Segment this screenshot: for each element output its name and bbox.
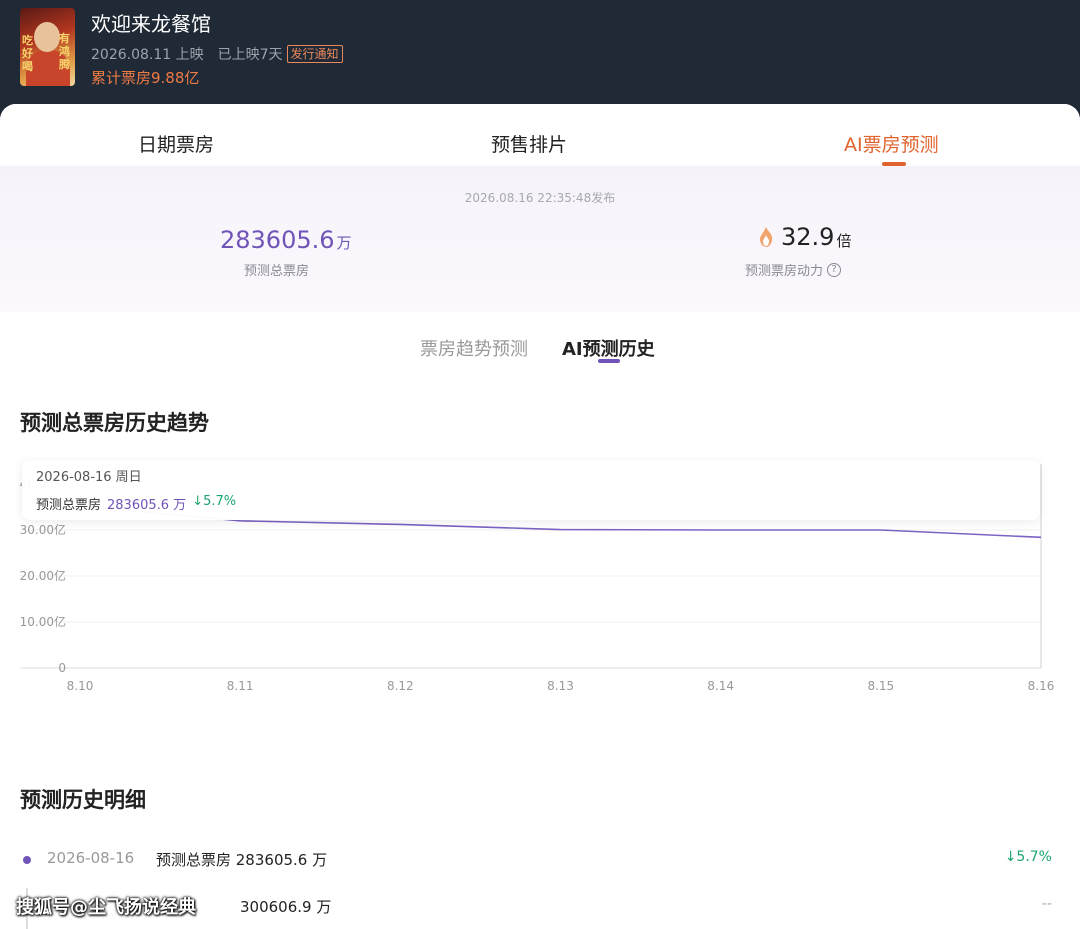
tooltip-value: 283605.6 万 (107, 498, 187, 513)
y-tick-label: 30.00亿 (20, 522, 66, 537)
detail-section-title: 预测历史明细 (20, 788, 146, 812)
history-date: 2026-08-16 (47, 849, 135, 867)
x-tick-label: 8.12 (387, 679, 414, 693)
movie-poster[interactable]: 吃好喝 有鸿腾 (20, 8, 75, 86)
poster-figure-face (34, 22, 60, 52)
x-tick-label: 8.11 (227, 679, 254, 693)
predicted-total-value: 283605.6 万 (220, 226, 352, 254)
predicted-total-number: 283605.6 (220, 226, 335, 254)
poster-text-right: 有鸿腾 (59, 32, 70, 71)
y-tick-label: 0 (58, 661, 66, 675)
tooltip-row: 预测总票房 283605.6 万 ↓5.7% (36, 494, 236, 513)
days-released: 已上映7天 (217, 47, 283, 63)
tooltip-change: ↓5.7% (192, 494, 237, 509)
history-text: 300606.9 万 (240, 898, 332, 916)
x-tick-label: 8.10 (67, 679, 94, 693)
history-text: 预测总票房 283605.6 万 (156, 851, 328, 869)
poster-text-left: 吃好喝 (22, 34, 33, 73)
movie-header: 吃好喝 有鸿腾 欢迎来龙餐馆 2026.08.11 上映 已上映7天 发行通知 … (0, 0, 1080, 118)
trend-section-title: 预测总票房历史趋势 (20, 411, 209, 435)
predicted-total-unit: 万 (336, 234, 352, 252)
y-tick-label: 20.00亿 (20, 568, 66, 583)
x-tick-label: 8.14 (707, 679, 734, 693)
tooltip-label: 预测总票房 (36, 498, 102, 513)
tab-ai-forecast[interactable]: AI票房预测 (844, 130, 939, 157)
predicted-total-label: 预测总票房 (244, 264, 310, 279)
tab-presale-schedule[interactable]: 预售排片 (491, 130, 567, 157)
box-office-power-label-row: 预测票房动力 ? (745, 260, 842, 279)
tooltip-date: 2026-08-16 周日 (36, 470, 142, 485)
main-tabs: 日期票房 预售排片 AI票房预测 (0, 104, 1080, 166)
trend-chart[interactable]: 2026-08-16 周日 预测总票房 283605.6 万 ↓5.7% 0 10… (0, 460, 1080, 750)
history-dot (23, 856, 31, 864)
release-date: 2026.08.11 上映 (91, 47, 204, 63)
publish-time: 2026.08.16 22:35:48发布 (464, 191, 616, 205)
forecast-card: 日期票房 预售排片 AI票房预测 2026.08.16 22:35:48发布 2… (0, 104, 1080, 929)
movie-title: 欢迎来龙餐馆 (91, 12, 211, 36)
movie-meta: 2026.08.11 上映 已上映7天 发行通知 (91, 44, 343, 64)
subtab-trend-forecast[interactable]: 票房趋势预测 (420, 335, 528, 361)
forecast-summary: 2026.08.16 22:35:48发布 283605.6 万 预测总票房 32… (0, 166, 1080, 312)
x-tick-label: 8.16 (1028, 679, 1055, 693)
history-change: ↓5.7% (1004, 849, 1052, 865)
history-row[interactable]: 2026-08-16 预测总票房 283605.6 万 ↓5.7% (0, 847, 1080, 877)
watermark: 搜狐号@尘飞扬说经典 (16, 897, 196, 918)
history-change: -- (1041, 896, 1052, 912)
subtab-ai-history[interactable]: AI预测历史 (562, 335, 655, 361)
x-tick-label: 8.15 (867, 679, 894, 693)
x-tick-label: 8.13 (547, 679, 574, 693)
box-office-power-number: 32.9 (781, 223, 835, 251)
chart-tooltip: 2026-08-16 周日 预测总票房 283605.6 万 ↓5.7% (22, 460, 1040, 520)
cumulative-box-office: 累计票房9.88亿 (91, 69, 200, 87)
box-office-power-unit: 倍 (836, 231, 852, 250)
active-subtab-indicator (598, 359, 620, 363)
flame-icon (759, 227, 773, 247)
tab-daily-box-office[interactable]: 日期票房 (138, 130, 214, 157)
box-office-power-value: 32.9 倍 (757, 223, 851, 251)
y-tick-label: 10.00亿 (20, 614, 66, 629)
question-circle-icon[interactable]: ? (827, 262, 842, 277)
box-office-power-label: 预测票房动力 (745, 264, 824, 279)
release-notice-badge[interactable]: 发行通知 (286, 45, 343, 63)
